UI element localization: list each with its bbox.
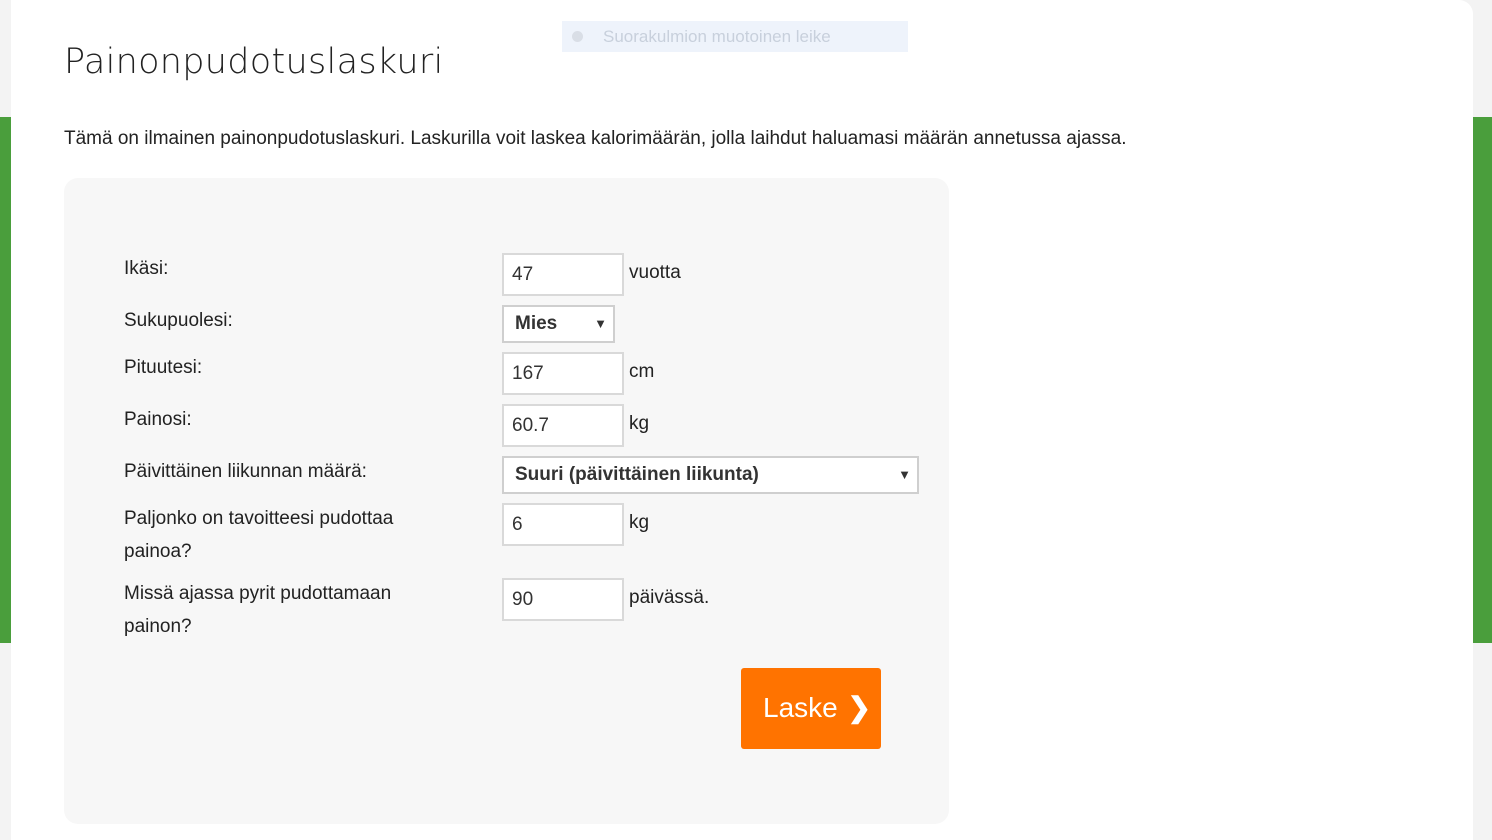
- chevron-right-icon: ❯: [847, 692, 871, 723]
- gender-select-value: Mies: [515, 313, 558, 334]
- activity-label: Päivittäinen liikunnan määrä:: [124, 461, 367, 482]
- activity-select[interactable]: Suuri (päivittäinen liikunta) ▼: [502, 456, 919, 494]
- height-input[interactable]: [502, 352, 624, 395]
- goal-label-line1: Paljonko on tavoitteesi pudottaa: [124, 508, 394, 529]
- goal-label-line2: painoa?: [124, 541, 192, 562]
- calculate-button[interactable]: Laske ❯: [741, 668, 881, 749]
- duration-label: Missä ajassa pyrit pudottamaan painon?: [124, 577, 391, 643]
- age-label: Ikäsi:: [124, 258, 169, 279]
- calculate-button-label: Laske: [763, 692, 838, 723]
- duration-input[interactable]: [502, 578, 624, 621]
- goal-input[interactable]: [502, 503, 624, 546]
- radio-dot-icon: [572, 31, 583, 42]
- dropdown-arrow-icon: ▼: [594, 316, 607, 331]
- ghost-chip-label: Suorakulmion muotoinen leike: [603, 27, 831, 46]
- weight-label: Painosi:: [124, 409, 192, 430]
- duration-label-line1: Missä ajassa pyrit pudottamaan: [124, 583, 392, 604]
- weight-unit: kg: [629, 413, 650, 434]
- intro-text: Tämä on ilmainen painonpudotuslaskuri. L…: [64, 128, 1127, 149]
- weight-input[interactable]: [502, 404, 624, 447]
- ghost-overlay-chip: Suorakulmion muotoinen leike: [562, 21, 908, 52]
- gender-select[interactable]: Mies ▼: [502, 305, 615, 343]
- goal-unit: kg: [629, 512, 650, 533]
- age-input[interactable]: [502, 253, 624, 296]
- activity-select-value: Suuri (päivittäinen liikunta): [515, 464, 759, 485]
- page-title: Painonpudotuslaskuri: [64, 42, 444, 82]
- height-label: Pituutesi:: [124, 357, 203, 378]
- height-unit: cm: [629, 361, 655, 382]
- age-unit: vuotta: [629, 262, 681, 283]
- goal-label: Paljonko on tavoitteesi pudottaa painoa?: [124, 502, 393, 568]
- dropdown-arrow-icon: ▼: [898, 467, 911, 482]
- gender-label: Sukupuolesi:: [124, 310, 233, 331]
- duration-label-line2: painon?: [124, 616, 192, 637]
- duration-unit: päivässä.: [629, 587, 710, 608]
